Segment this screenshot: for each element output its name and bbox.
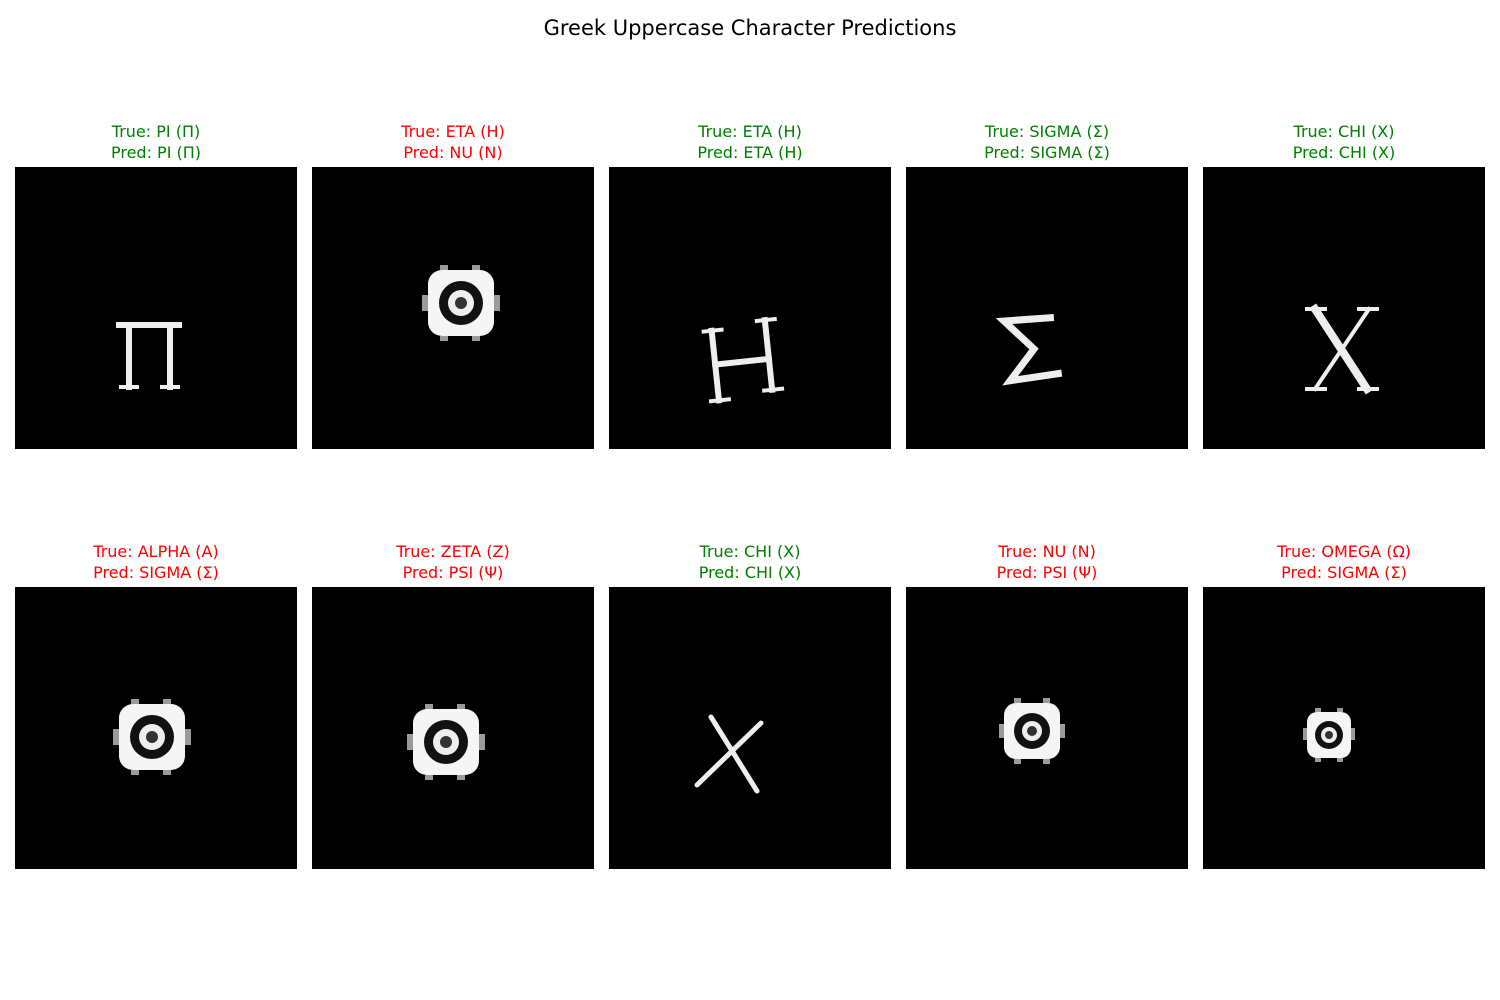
panel-caption: True: ETA (H) Pred: NU (N): [312, 121, 594, 163]
pred-label: Pred: SIGMA (Σ): [93, 563, 219, 582]
character-image: [609, 587, 891, 869]
panel-caption: True: PI (Π) Pred: PI (Π): [15, 121, 297, 163]
character-image: [312, 587, 594, 869]
ring-blob-glyph: [407, 704, 485, 780]
ring-blob-glyph: [999, 698, 1065, 764]
pi-glyph: [116, 322, 182, 390]
prediction-panel-7: True: ZETA (Z) Pred: PSI (Ψ): [312, 541, 594, 869]
character-image: [1203, 587, 1485, 869]
true-label: True: OMEGA (Ω): [1276, 542, 1412, 561]
pred-label: Pred: PI (Π): [110, 143, 202, 162]
true-label: True: ALPHA (A): [93, 542, 219, 561]
pred-label: Pred: PSI (Ψ): [996, 563, 1098, 582]
panel-caption: True: CHI (X) Pred: CHI (X): [609, 541, 891, 583]
pred-label: Pred: PSI (Ψ): [402, 563, 504, 582]
panel-caption: True: SIGMA (Σ) Pred: SIGMA (Σ): [906, 121, 1188, 163]
character-image: [609, 167, 891, 449]
panel-caption: True: NU (N) Pred: PSI (Ψ): [906, 541, 1188, 583]
pred-label: Pred: SIGMA (Σ): [984, 143, 1110, 162]
ring-blob-glyph: [1303, 708, 1355, 762]
prediction-panel-10: True: OMEGA (Ω) Pred: SIGMA (Σ): [1203, 541, 1485, 869]
sigma-glyph: [995, 314, 1063, 386]
panel-caption: True: ALPHA (A) Pred: SIGMA (Σ): [15, 541, 297, 583]
pred-label: Pred: CHI (X): [1292, 143, 1396, 162]
ring-blob-glyph: [113, 699, 191, 775]
character-image: [906, 587, 1188, 869]
chi-thin-glyph: [694, 714, 764, 794]
character-image: [15, 587, 297, 869]
true-label: True: NU (N): [998, 542, 1096, 561]
prediction-panel-5: True: CHI (X) Pred: CHI (X): [1203, 121, 1485, 449]
pred-label: Pred: SIGMA (Σ): [1281, 563, 1407, 582]
prediction-panel-3: True: ETA (H) Pred: ETA (H): [609, 121, 891, 449]
true-label: True: PI (Π): [111, 122, 201, 141]
figure-title: Greek Uppercase Character Predictions: [543, 16, 957, 40]
panel-caption: True: CHI (X) Pred: CHI (X): [1203, 121, 1485, 163]
ring-blob-glyph: [422, 265, 500, 341]
chi-glyph: [1305, 303, 1379, 395]
eta-glyph: [701, 316, 785, 404]
panel-caption: True: OMEGA (Ω) Pred: SIGMA (Σ): [1203, 541, 1485, 583]
true-label: True: ETA (H): [698, 122, 802, 141]
prediction-panel-4: True: SIGMA (Σ) Pred: SIGMA (Σ): [906, 121, 1188, 449]
prediction-panel-1: True: PI (Π) Pred: PI (Π): [15, 121, 297, 449]
true-label: True: CHI (X): [699, 542, 801, 561]
character-image: [906, 167, 1188, 449]
true-label: True: ZETA (Z): [396, 542, 510, 561]
panel-caption: True: ETA (H) Pred: ETA (H): [609, 121, 891, 163]
pred-label: Pred: CHI (X): [698, 563, 802, 582]
pred-label: Pred: ETA (H): [697, 143, 803, 162]
character-image: [1203, 167, 1485, 449]
pred-label: Pred: NU (N): [403, 143, 503, 162]
character-image: [312, 167, 594, 449]
character-image: [15, 167, 297, 449]
true-label: True: CHI (X): [1293, 122, 1395, 141]
prediction-panel-8: True: CHI (X) Pred: CHI (X): [609, 541, 891, 869]
true-label: True: ETA (H): [401, 122, 505, 141]
panel-caption: True: ZETA (Z) Pred: PSI (Ψ): [312, 541, 594, 583]
true-label: True: SIGMA (Σ): [984, 122, 1110, 141]
prediction-panel-9: True: NU (N) Pred: PSI (Ψ): [906, 541, 1188, 869]
prediction-panel-6: True: ALPHA (A) Pred: SIGMA (Σ): [15, 541, 297, 869]
prediction-panel-2: True: ETA (H) Pred: NU (N): [312, 121, 594, 449]
